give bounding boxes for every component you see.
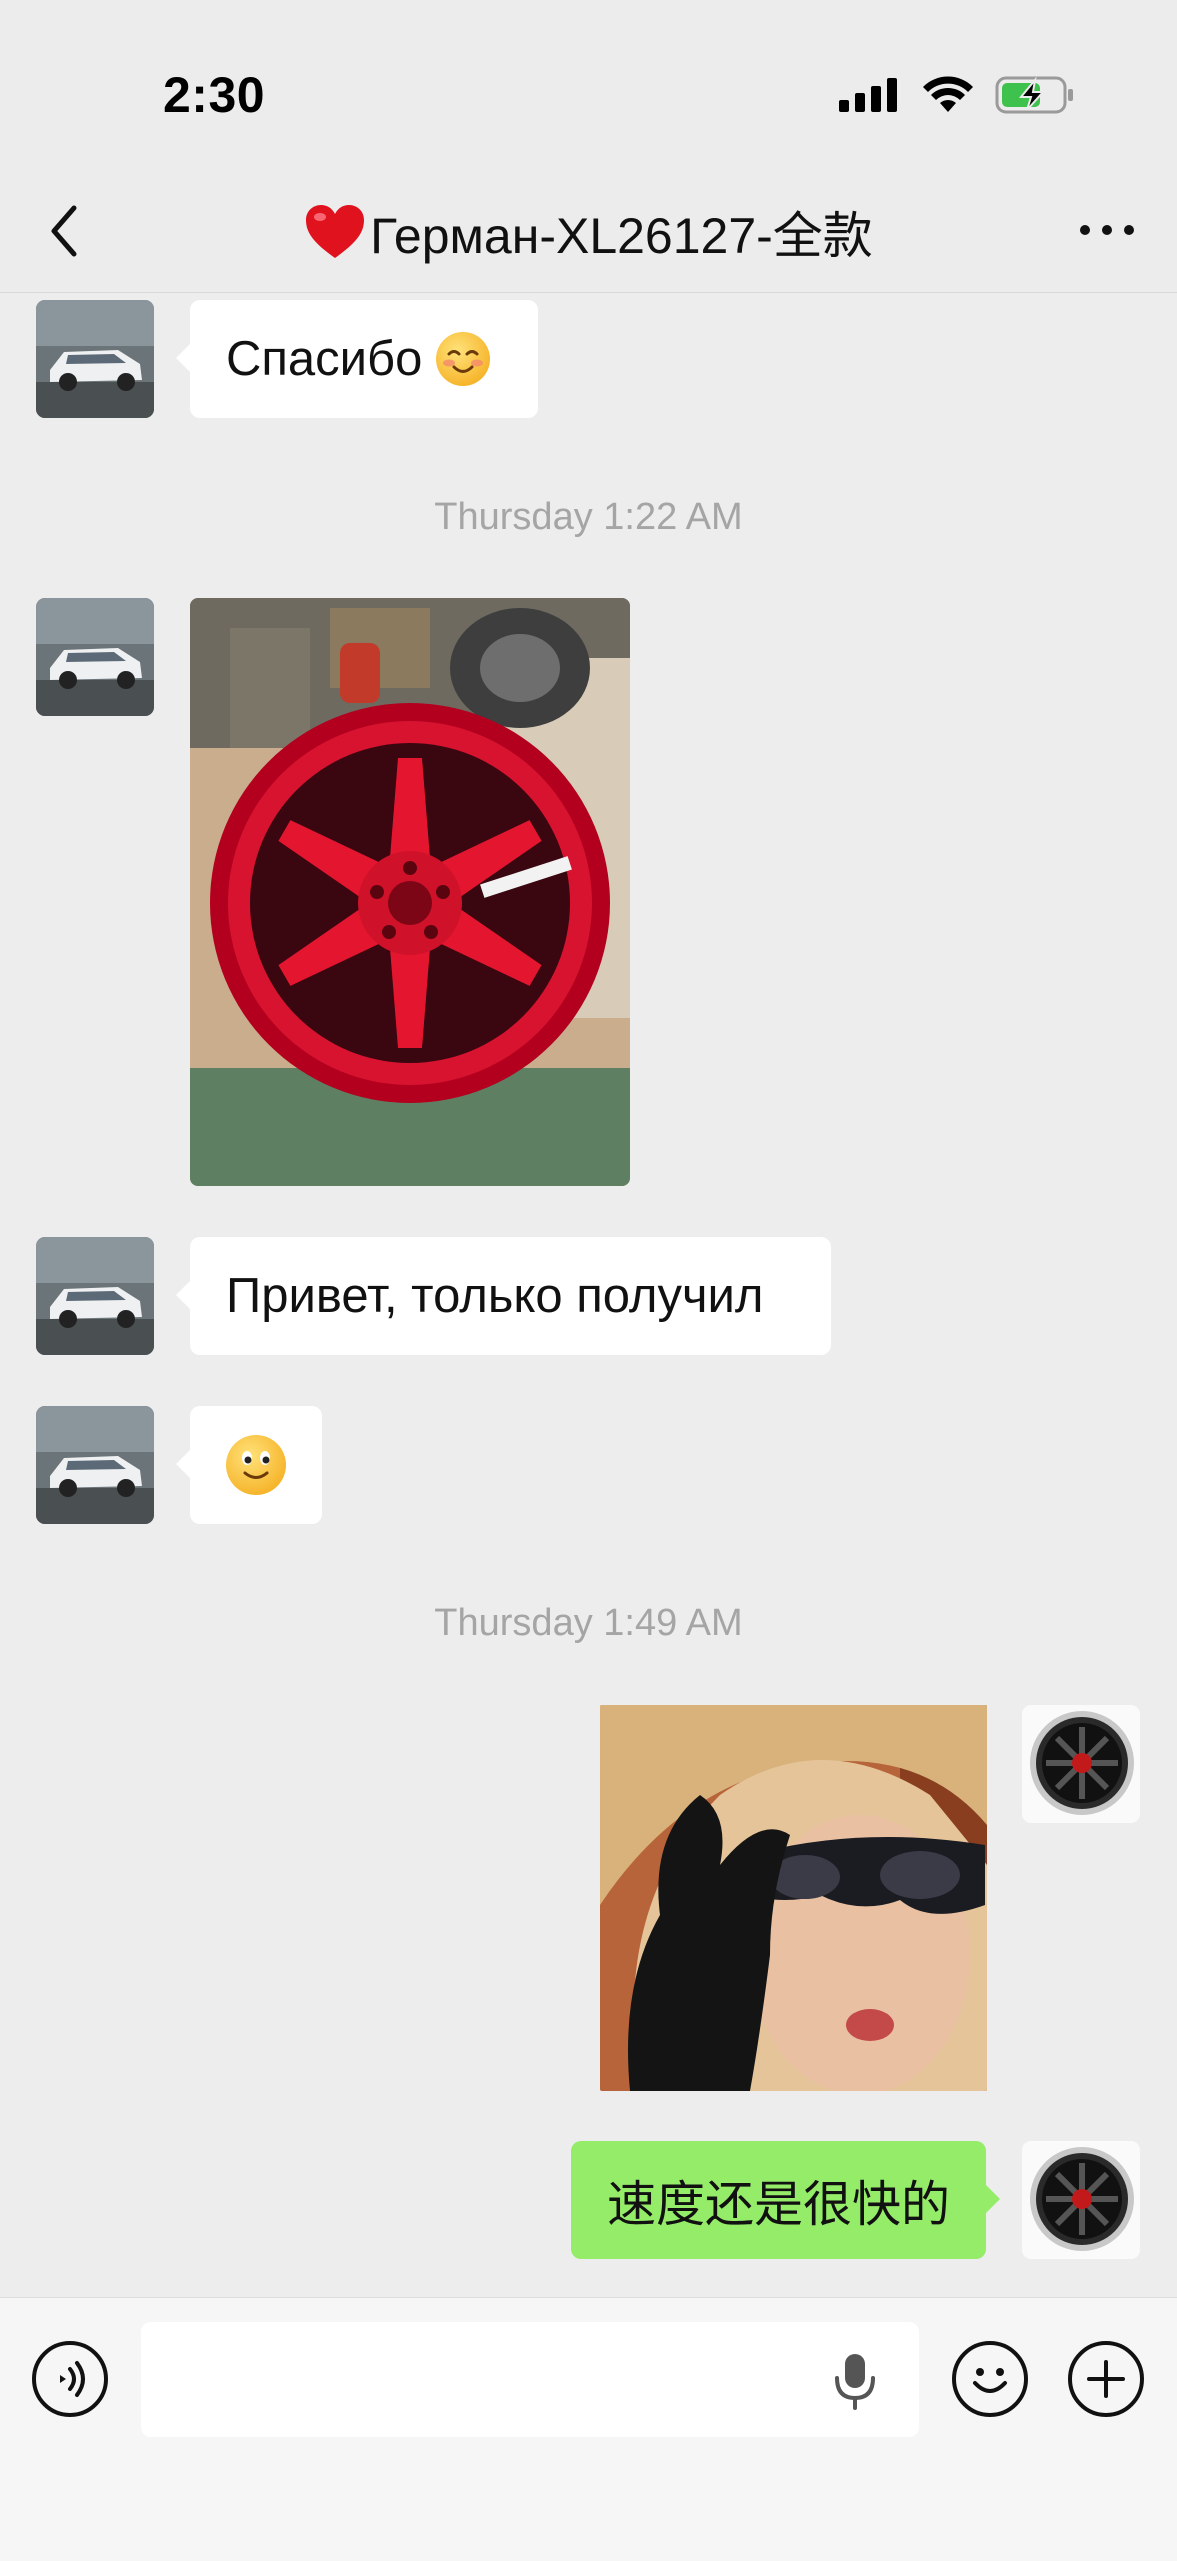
more-functions-button[interactable] [1068, 2341, 1144, 2417]
image-message-sticker[interactable] [600, 1705, 987, 2091]
red-wheel-photo-icon [190, 598, 630, 1186]
more-options-icon[interactable] [1077, 202, 1137, 258]
smiley-face-icon [973, 2368, 1007, 2393]
white-car-avatar-icon [36, 300, 154, 418]
white-car-avatar-icon [36, 1237, 154, 1355]
timestamp: Thursday 1:22 AM [434, 496, 743, 538]
contact-avatar[interactable] [36, 1406, 154, 1524]
message-text: Спасибо [226, 332, 423, 386]
white-car-avatar-icon [36, 1406, 154, 1524]
message-bubble-incoming[interactable]: Спасибо [176, 300, 538, 418]
blush-smile-emoji-icon [436, 332, 491, 386]
chat-title: Герман-XL26127-全款 [0, 196, 1177, 268]
white-car-avatar-icon [36, 598, 154, 716]
my-avatar[interactable] [1022, 2141, 1140, 2259]
wheel-avatar-icon [1022, 1705, 1140, 1823]
cellular-signal-icon [839, 78, 897, 112]
timestamp: Thursday 1:49 AM [434, 1602, 743, 1644]
status-time: 2:30 [163, 67, 266, 123]
red-heart-icon [306, 205, 365, 258]
microphone-icon[interactable] [830, 2352, 880, 2410]
contact-avatar[interactable] [36, 1237, 154, 1355]
chat-title-text: Герман-XL26127-全款 [370, 208, 873, 264]
emoji-button[interactable] [952, 2341, 1028, 2417]
smile-emoji-icon [226, 1435, 286, 1495]
sticker-photo-icon [600, 1705, 987, 2091]
message-bubble-incoming[interactable]: Привет, только получил [176, 1237, 831, 1355]
status-icons [839, 70, 1075, 120]
contact-avatar[interactable] [36, 300, 154, 418]
message-text: 速度还是很快的 [607, 2177, 951, 2232]
my-avatar[interactable] [1022, 1705, 1140, 1823]
voice-mode-button[interactable] [32, 2341, 108, 2417]
battery-charging-icon [995, 76, 1073, 114]
input-bar [0, 2297, 1177, 2561]
message-text: Привет, только получил [226, 1269, 764, 1323]
plus-icon [1087, 2360, 1125, 2398]
contact-avatar[interactable] [36, 598, 154, 716]
image-message-wheel[interactable] [190, 598, 630, 1186]
top-bar: 2:30 Герман-XL26127-全款 [0, 0, 1177, 293]
voice-wave-icon [60, 2361, 85, 2397]
message-input[interactable] [141, 2322, 919, 2437]
wifi-icon [923, 76, 973, 112]
message-bubble-incoming[interactable] [176, 1406, 322, 1524]
message-bubble-outgoing[interactable]: 速度还是很快的 [571, 2141, 1000, 2259]
wheel-avatar-icon [1022, 2141, 1140, 2259]
